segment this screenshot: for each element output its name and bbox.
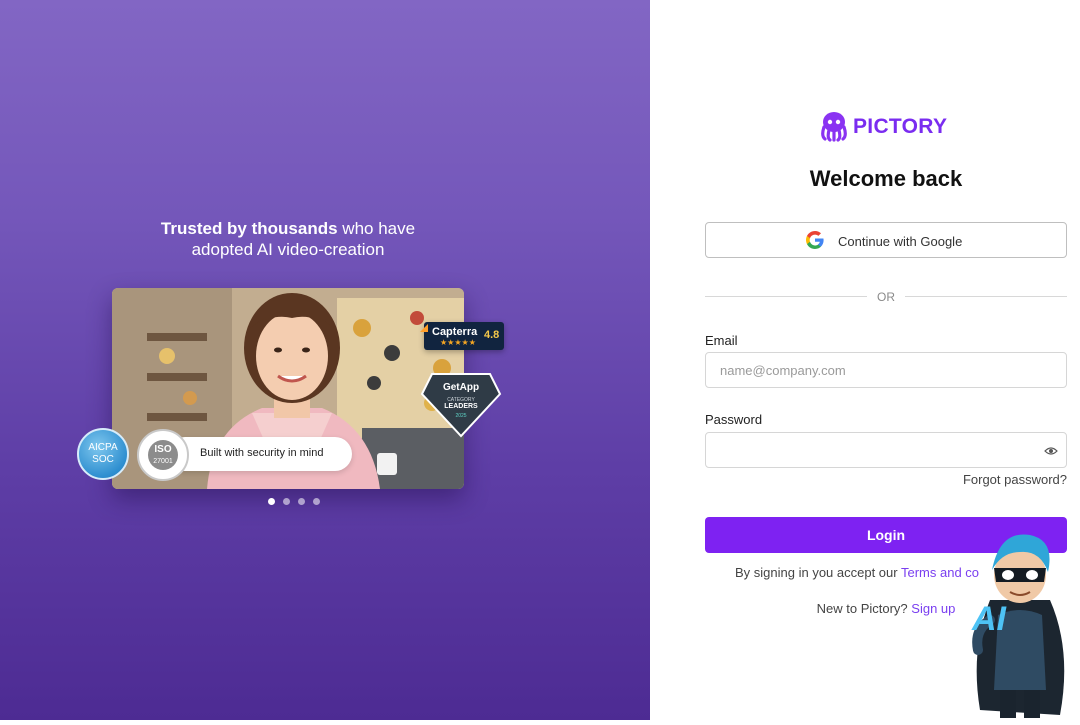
getapp-name: GetApp	[442, 382, 480, 393]
signup-prefix: New to Pictory?	[816, 601, 912, 616]
google-icon	[806, 231, 824, 249]
terms-text: By signing in you accept our Terms and c…	[735, 565, 979, 580]
capterra-stars: ★★★★★	[440, 338, 476, 347]
getapp-year: 2025	[455, 413, 467, 419]
aicpa-line2: SOC	[92, 454, 114, 465]
security-text: Built with security in mind	[200, 447, 324, 459]
divider-or: OR	[877, 290, 895, 304]
divider-left	[705, 296, 867, 297]
google-button-label: Continue with Google	[838, 234, 963, 249]
promo-panel: Trusted by thousands who have adopted AI…	[0, 0, 650, 720]
capterra-name: Capterra	[432, 326, 478, 338]
signup-link[interactable]: Sign up	[911, 601, 955, 616]
email-field-wrapper	[705, 352, 1067, 388]
iso-27001-badge: ISO 27001	[137, 429, 189, 481]
octopus-logo-icon	[821, 112, 847, 142]
divider-right	[905, 296, 1067, 297]
capterra-rating: 4.8	[484, 329, 500, 341]
getapp-leaders: LEADERS	[444, 403, 478, 410]
email-label: Email	[705, 333, 738, 348]
password-label: Password	[705, 412, 763, 427]
tagline-rest: who have	[337, 219, 416, 238]
tagline-line2: adopted AI video-creation	[191, 240, 385, 259]
google-signin-button[interactable]: Continue with Google	[705, 222, 1067, 258]
iso-line2: 27001	[153, 458, 173, 465]
ai-superhero-mascot[interactable]: AI	[960, 530, 1080, 720]
terms-prefix: By signing in you accept our	[735, 565, 901, 580]
promo-tagline: Trusted by thousands who have adopted AI…	[0, 218, 576, 260]
aicpa-line1: AICPA	[88, 442, 118, 453]
forgot-password-link[interactable]: Forgot password?	[963, 472, 1067, 487]
email-field[interactable]	[706, 353, 1066, 387]
aicpa-soc-badge: AICPA SOC	[77, 428, 129, 480]
page-title: Welcome back	[809, 166, 963, 191]
security-pill: Built with security in mind	[168, 437, 352, 471]
capterra-badge: Capterra ★★★★★ 4.8	[420, 322, 504, 350]
password-field-wrapper	[705, 432, 1067, 468]
show-password-eye-icon[interactable]	[1044, 444, 1058, 458]
carousel-dot[interactable]	[313, 498, 320, 505]
brand-logo[interactable]: PICTORY	[818, 110, 958, 142]
brand-name: PICTORY	[853, 115, 948, 138]
mascot-ai-text: AI	[972, 600, 1006, 638]
iso-line1: ISO	[154, 444, 172, 455]
password-field[interactable]	[706, 433, 1066, 467]
capterra-icon	[420, 324, 428, 332]
tagline-bold: Trusted by thousands	[160, 219, 338, 238]
getapp-badge: GetApp CATEGORY LEADERS 2025	[420, 372, 502, 438]
carousel-dot[interactable]	[298, 498, 305, 505]
carousel-dot[interactable]	[268, 498, 275, 505]
carousel-dot[interactable]	[283, 498, 290, 505]
